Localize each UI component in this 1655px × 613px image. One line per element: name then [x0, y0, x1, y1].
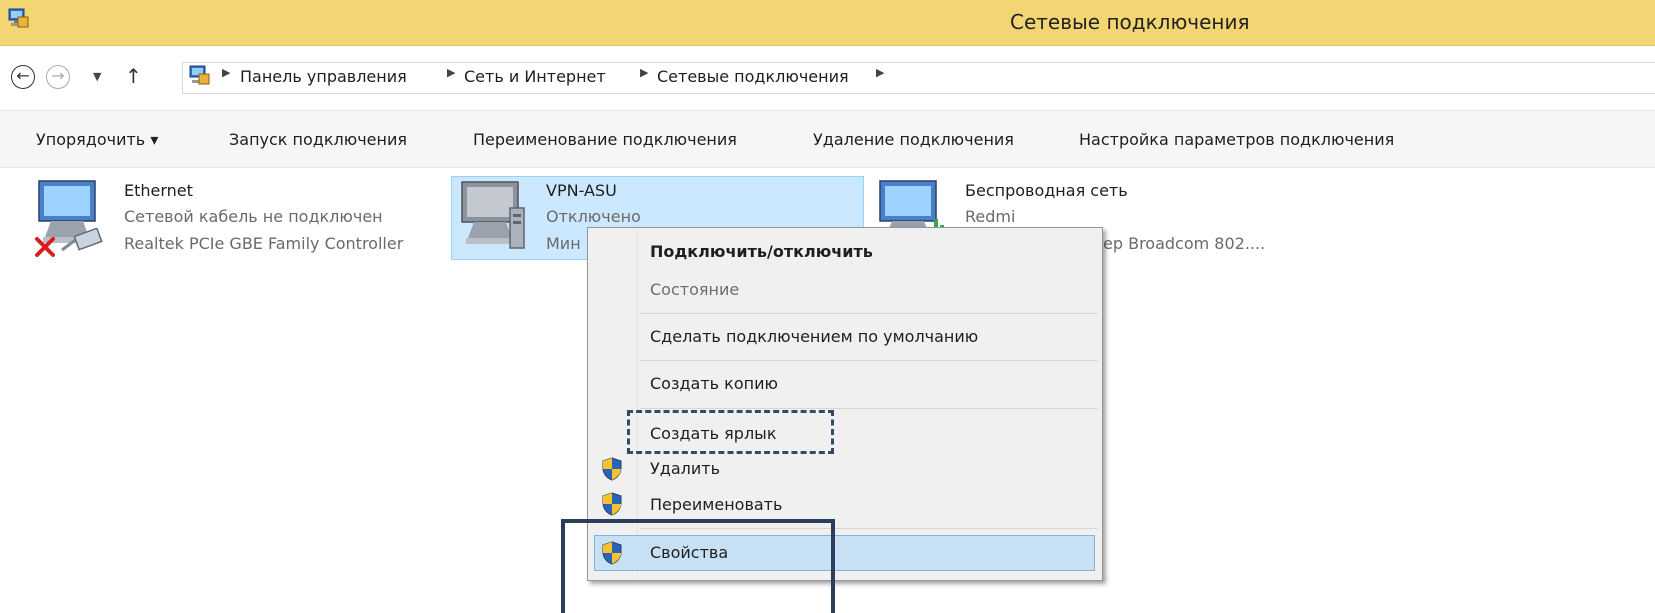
chevron-down-icon[interactable]: ▼: [93, 70, 101, 83]
vpn-adapter-icon: [461, 181, 525, 249]
forward-arrow-icon[interactable]: →: [46, 65, 70, 89]
connection-adapter: Мин: [546, 234, 581, 253]
network-cable-icon: [61, 228, 103, 252]
connection-name: VPN-ASU: [546, 181, 617, 200]
connection-name: Беспроводная сеть: [965, 181, 1128, 200]
window-title: Сетевые подключения: [1010, 10, 1250, 34]
connection-adapter: Realtek PCIe GBE Family Controller: [124, 234, 404, 253]
breadcrumb-control-panel[interactable]: Панель управления: [240, 67, 407, 86]
menu-item-create-copy[interactable]: Создать копию: [650, 374, 778, 393]
breadcrumb-network-connections[interactable]: Сетевые подключения: [657, 67, 849, 86]
delete-connection-button[interactable]: Удаление подключения: [813, 130, 1014, 149]
control-panel-icon: [189, 65, 210, 85]
breadcrumb-network-internet[interactable]: Сеть и Интернет: [464, 67, 606, 86]
menu-separator: [640, 408, 1098, 409]
breadcrumb-separator-icon[interactable]: ▶: [447, 66, 455, 79]
menu-separator: [640, 313, 1098, 314]
start-connection-button[interactable]: Запуск подключения: [229, 130, 407, 149]
connection-settings-button[interactable]: Настройка параметров подключения: [1079, 130, 1394, 149]
disconnected-x-icon: [35, 237, 55, 257]
back-arrow-icon[interactable]: ←: [11, 65, 35, 89]
connection-status: Сетевой кабель не подключен: [124, 207, 383, 226]
menu-item-status[interactable]: Состояние: [650, 280, 739, 299]
breadcrumb-separator-icon[interactable]: ▶: [876, 66, 884, 79]
breadcrumb-separator-icon[interactable]: ▶: [640, 66, 648, 79]
rename-connection-button[interactable]: Переименование подключения: [473, 130, 737, 149]
uac-shield-icon: [602, 457, 622, 481]
breadcrumb-separator-icon[interactable]: ▶: [222, 66, 230, 79]
menu-item-rename[interactable]: Переименовать: [650, 495, 782, 514]
uac-shield-icon: [602, 492, 622, 516]
annotation-solid-frame: [561, 519, 835, 613]
menu-item-connect-disconnect[interactable]: Подключить/отключить: [650, 242, 873, 261]
up-arrow-icon[interactable]: ↑: [125, 64, 142, 88]
organize-button[interactable]: Упорядочить ▾: [36, 130, 158, 149]
connection-status: Отключено: [546, 207, 641, 226]
menu-separator: [640, 360, 1098, 361]
network-connections-icon[interactable]: [6, 8, 30, 30]
title-bar: Сетевые подключения: [0, 0, 1655, 46]
connection-adapter: ep Broadcom 802....: [1103, 234, 1266, 253]
menu-item-delete[interactable]: Удалить: [650, 459, 720, 478]
menu-item-set-default[interactable]: Сделать подключением по умолчанию: [650, 327, 978, 346]
connection-name: Ethernet: [124, 181, 193, 200]
connection-status: Redmi: [965, 207, 1016, 226]
annotation-dashed-frame: [627, 410, 834, 454]
